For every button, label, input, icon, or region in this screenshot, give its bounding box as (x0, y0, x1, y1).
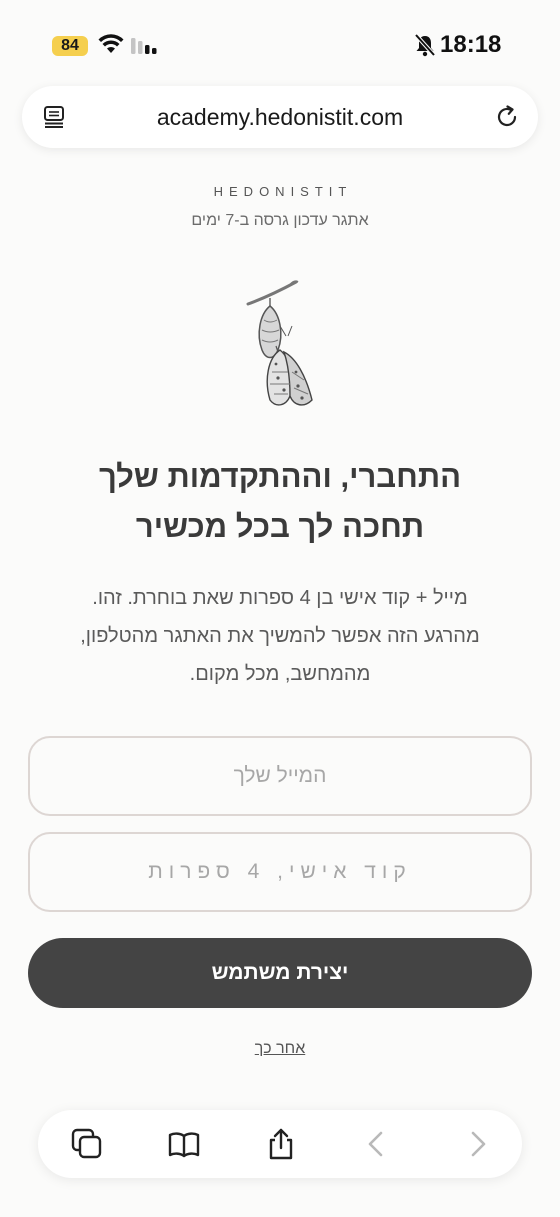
email-input[interactable] (30, 738, 530, 814)
update-note: אתגר עדכון גרסה ב-7 ימים (191, 212, 369, 229)
personal-code-input[interactable] (30, 834, 530, 910)
address-bar[interactable]: academy.hedonistit.com (22, 86, 538, 148)
headline-line-1: התחברי, וההתקדמות שלך (98, 459, 462, 494)
tabs-icon[interactable] (70, 1127, 104, 1161)
back-chevron-icon[interactable] (360, 1127, 394, 1161)
reload-icon[interactable] (494, 104, 520, 130)
clock: 18:18 (440, 31, 502, 58)
wifi-icon (98, 34, 124, 53)
code-field-container (28, 832, 532, 912)
headline: התחברי, וההתקדמות שלך תחכה לך בכל מכשיר (40, 452, 520, 552)
description-line-3: מהמחשב, מכל מקום. (189, 663, 371, 685)
status-bar: 84 18:18 (0, 0, 560, 84)
bookmarks-icon[interactable] (167, 1127, 201, 1161)
forward-chevron-icon[interactable] (460, 1127, 494, 1161)
description-line-2: מהרגע הזה אפשר להמשיך את האתגר מהטלפון, (80, 625, 480, 647)
create-user-button[interactable]: יצירת משתמש (28, 938, 532, 1008)
silent-bell-icon (414, 33, 436, 57)
butterfly-chrysalis-illustration (246, 280, 313, 406)
email-field-container (28, 736, 532, 816)
headline-line-2: תחכה לך בכל מכשיר (135, 509, 425, 544)
share-icon[interactable] (264, 1127, 298, 1161)
brand-name: HEDONISTIT (213, 184, 353, 199)
battery-indicator: 84 (52, 36, 88, 56)
reader-mode-icon[interactable] (42, 105, 66, 129)
browser-toolbar (38, 1110, 522, 1178)
description-line-1: מייל + קוד אישי בן 4 ספרות שאת בוחרת. זה… (92, 587, 468, 609)
cellular-signal-icon (131, 38, 157, 54)
description: מייל + קוד אישי בן 4 ספרות שאת בוחרת. זה… (50, 579, 510, 693)
url-text[interactable]: academy.hedonistit.com (82, 104, 478, 131)
later-link[interactable]: אחר כך (0, 1040, 560, 1058)
